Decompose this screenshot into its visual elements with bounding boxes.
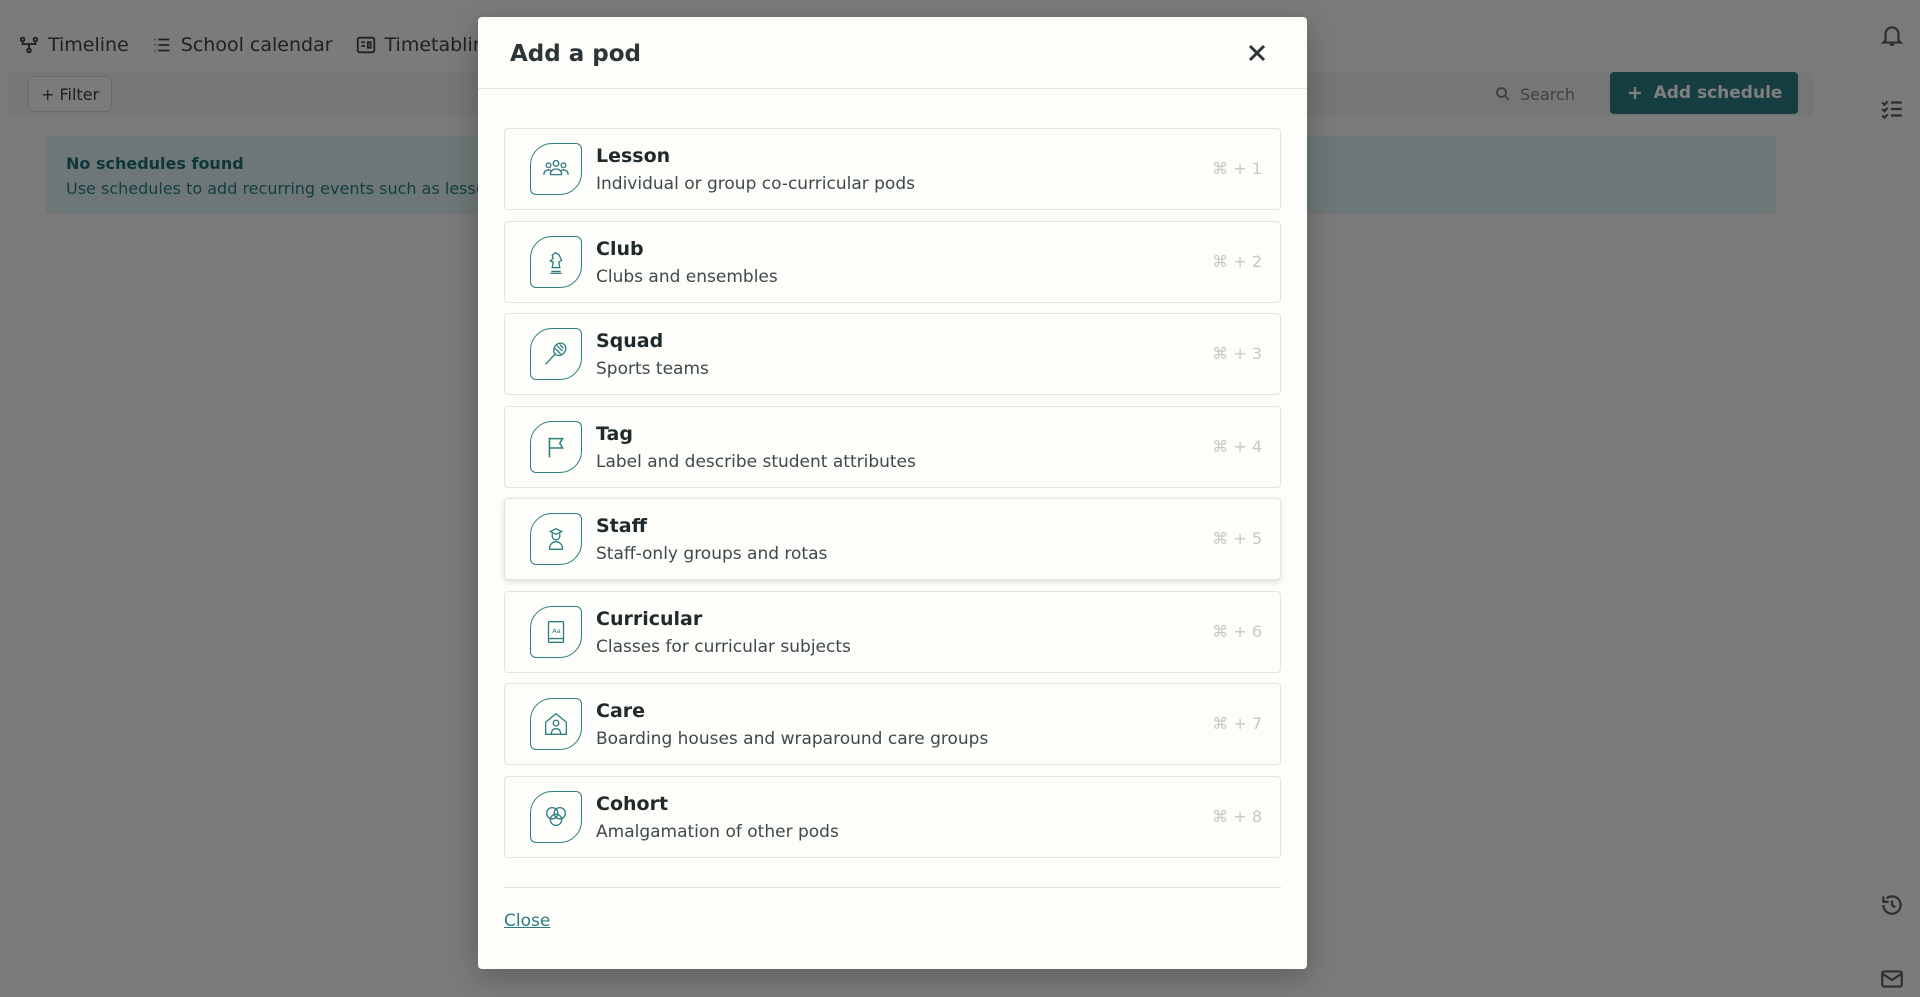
pod-shortcut: ⌘ + 3 [1212,344,1262,363]
modal-title: Add a pod [510,41,641,67]
pod-description: Boarding houses and wraparound care grou… [596,729,989,749]
pod-option-squad[interactable]: Squad Sports teams ⌘ + 3 [504,313,1281,395]
pod-option-tag[interactable]: Tag Label and describe student attribute… [504,405,1281,488]
teacher-icon [530,513,582,565]
house-person-icon [530,698,582,750]
pod-shortcut: ⌘ + 4 [1212,436,1262,456]
pod-name: Lesson [596,145,671,167]
pod-description: Clubs and ensembles [596,266,778,287]
pod-option-curricular[interactable]: Aa Curricular Classes for curricular sub… [504,590,1281,673]
pod-type-list: Lesson Individual or group co-curricular… [504,128,1281,868]
pod-description: Sports teams [596,359,709,379]
pod-description: Label and describe student attributes [596,451,916,472]
flag-icon [530,420,582,473]
modal-header: Add a pod [478,17,1307,89]
pod-name: Care [596,700,646,722]
pod-name: Club [596,237,644,260]
svg-text:Aa: Aa [552,626,561,634]
racket-icon [530,328,582,380]
add-pod-dialog: Add a pod Lesson Individual or group co-… [478,17,1307,969]
pod-shortcut: ⌘ + 5 [1212,529,1262,548]
pod-option-staff[interactable]: Staff Staff-only groups and rotas ⌘ + 5 [504,498,1281,580]
pod-option-club[interactable]: Club Clubs and ensembles ⌘ + 2 [504,220,1281,303]
pod-name: Squad [596,330,664,352]
pod-description: Staff-only groups and rotas [596,544,828,564]
pod-shortcut: ⌘ + 2 [1212,251,1262,271]
pod-shortcut: ⌘ + 6 [1212,621,1262,641]
pod-name: Cohort [596,792,669,815]
pod-name: Curricular [596,607,703,630]
close-link[interactable]: Close [504,911,550,931]
pod-name: Tag [596,422,633,445]
group-icon [530,143,582,195]
pod-description: Classes for curricular subjects [596,636,851,657]
pod-shortcut: ⌘ + 1 [1212,159,1262,178]
pod-option-care[interactable]: Care Boarding houses and wraparound care… [504,683,1281,765]
pod-option-lesson[interactable]: Lesson Individual or group co-curricular… [504,128,1281,210]
pod-option-cohort[interactable]: Cohort Amalgamation of other pods ⌘ + 8 [504,775,1281,858]
pod-shortcut: ⌘ + 8 [1212,806,1262,826]
pod-description: Individual or group co-curricular pods [596,174,915,194]
venn-icon [530,790,582,843]
pod-shortcut: ⌘ + 7 [1212,714,1262,733]
footer-divider [504,887,1281,888]
pod-description: Amalgamation of other pods [596,821,839,842]
pod-name: Staff [596,515,647,537]
book-icon: Aa [530,605,582,658]
close-icon[interactable] [1245,41,1269,65]
chess-knight-icon [530,235,582,288]
